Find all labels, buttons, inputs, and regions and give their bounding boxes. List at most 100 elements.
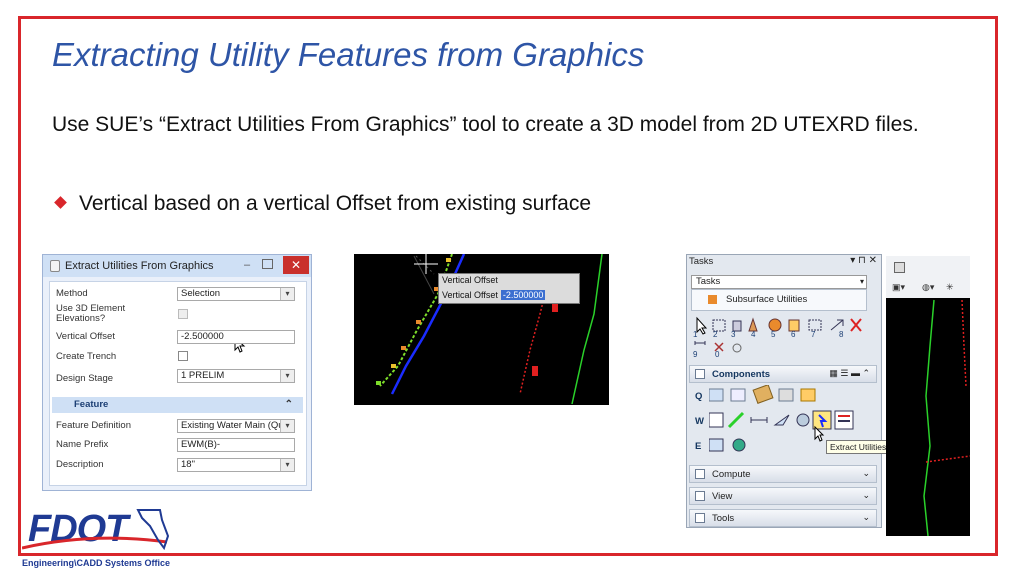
panel-row: Vertical Offset -2.500000 [442, 290, 546, 300]
create-trench-checkbox[interactable] [178, 351, 188, 361]
folder-tool-icon [800, 388, 816, 402]
feature-definition-value: Existing Water Main (Qualit [181, 420, 295, 431]
name-prefix-input[interactable]: EWM(B)- [177, 438, 295, 452]
toolbar-key-7: 7 [811, 330, 816, 339]
maximize-icon[interactable] [262, 259, 273, 269]
description-label: Description [56, 459, 104, 470]
compute-label: Compute [712, 469, 751, 480]
tasks-combo-value: Tasks [696, 276, 721, 287]
expand-icon [830, 319, 844, 331]
component-tool-icon [730, 388, 746, 402]
use-3d-elevations-label: Use 3D Element Elevations? [56, 303, 126, 324]
dialog-title: Extract Utilities From Graphics [65, 260, 214, 272]
toolbar-key-3: 3 [731, 330, 736, 339]
pipe-tool-icon [752, 385, 774, 404]
grid-line [413, 255, 435, 295]
bullet-item: Vertical based on a vertical Offset from… [52, 192, 591, 216]
chevron-up-icon: ⌃ [284, 399, 293, 410]
view-label: View [712, 491, 733, 502]
chevron-down-icon: ⌄ [862, 512, 870, 522]
tools-group-header[interactable]: Tools ⌄ [689, 509, 877, 527]
panel-label: Vertical Offset [442, 290, 498, 300]
compute-icon [695, 469, 705, 479]
select-arrow-icon [696, 316, 708, 335]
row-letter-q: Q [695, 391, 703, 402]
vertical-offset-input[interactable]: -2.500000 [177, 330, 295, 344]
dialog-body: Method Selection ▾ Use 3D Element Elevati… [49, 281, 307, 486]
use-3d-elevations-checkbox[interactable] [178, 309, 188, 319]
chevron-down-icon: ▾ [859, 277, 864, 286]
dialog-app-icon [50, 260, 60, 272]
close-button[interactable]: ✕ [283, 256, 309, 274]
panel-value-input[interactable]: -2.500000 [500, 290, 546, 300]
view-group-header[interactable]: View ⌄ [689, 487, 877, 505]
description-select[interactable]: 18" ▾ [177, 458, 295, 472]
tasks-window-controls[interactable]: ▾ ⊓ ✕ [850, 255, 877, 266]
toolbar-key-5: 5 [771, 330, 776, 339]
cad-viewport-strip[interactable]: ▣▾ ◍▾ ✳ [886, 256, 970, 536]
component-tool-icon [796, 413, 810, 427]
toolbar-key-9: 9 [693, 350, 698, 359]
feature-definition-select[interactable]: Existing Water Main (Qualit ▾ [177, 419, 295, 433]
toolbar-key-6: 6 [791, 330, 796, 339]
view-icon [695, 491, 705, 501]
extract-utilities-dialog: Extract Utilities From Graphics – ✕ Meth… [42, 254, 312, 491]
cad-viewport[interactable]: Vertical Offset Vertical Offset -2.500000 [354, 254, 609, 405]
utility-line-green [923, 299, 935, 536]
chevron-down-icon: ▾ [280, 370, 294, 382]
design-stage-select[interactable]: 1 PRELIM ▾ [177, 369, 295, 383]
bullet-text: Vertical based on a vertical Offset from… [79, 192, 592, 215]
component-row-q [709, 385, 816, 404]
tools-label: Tools [712, 513, 735, 524]
strip-drawing [923, 299, 970, 536]
design-stage-label: Design Stage [56, 373, 114, 384]
toolbar-key-2: 2 [713, 330, 718, 339]
vertical-offset-tooltip-panel: Vertical Offset Vertical Offset -2.500000 [438, 273, 580, 304]
panel-title: Vertical Offset [442, 275, 498, 285]
brush-tool-icon [727, 411, 745, 429]
tasks-panel: Tasks ▾ ⊓ ✕ Tasks ▾ Subsurface Utilities … [686, 254, 882, 528]
components-icon [695, 369, 705, 379]
component-tool-icon [750, 417, 768, 423]
compute-group-header[interactable]: Compute ⌄ [689, 465, 877, 483]
chevron-down-icon: ⌄ [862, 468, 870, 478]
feature-section-header[interactable]: Feature ⌃ [52, 397, 303, 413]
measure-icon [694, 341, 706, 345]
component-tool-icon [709, 412, 724, 428]
subsurface-label: Subsurface Utilities [726, 294, 808, 305]
subsurface-utilities-item[interactable]: Subsurface Utilities [691, 289, 867, 311]
create-trench-label: Create Trench [56, 351, 117, 362]
component-row-w [709, 410, 854, 430]
task-toolbar[interactable]: 1 2 3 4 5 6 7 8 9 0 [691, 315, 871, 359]
window-area-icon [808, 319, 822, 331]
component-tool-icon [778, 388, 794, 402]
design-stage-value: 1 PRELIM [181, 370, 225, 381]
view-toggle-icons[interactable]: ▦ ☰ ▬ ⌃ [829, 368, 870, 379]
fdot-logo: FDOT Engineering\CADD Systems Office [22, 500, 197, 570]
component-tool-icon [773, 414, 790, 426]
row-letter-e: E [695, 441, 702, 452]
minimize-icon[interactable]: – [244, 259, 250, 271]
diamond-bullet-icon [54, 196, 67, 210]
components-group-header[interactable]: Components ▦ ☰ ▬ ⌃ [689, 365, 877, 383]
vertical-offset-label: Vertical Offset [56, 331, 115, 342]
chevron-down-icon: ⌄ [862, 490, 870, 500]
method-label: Method [56, 288, 88, 299]
office-subtitle: Engineering\CADD Systems Office [22, 558, 171, 568]
feature-definition-label: Feature Definition [56, 420, 131, 431]
red-node-marker [532, 366, 538, 376]
utility-line-red-dotted [925, 455, 970, 463]
dialog-titlebar: Extract Utilities From Graphics – ✕ [43, 255, 311, 277]
slide-title: Extracting Utility Features from Graphic… [52, 36, 645, 73]
slide-body-text: Use SUE’s “Extract Utilities From Graphi… [52, 113, 919, 136]
chevron-down-icon: ▾ [280, 420, 294, 432]
tasks-combo[interactable]: Tasks ▾ [691, 275, 867, 289]
component-tool-icon [709, 388, 724, 402]
component-tool-icon [709, 438, 724, 452]
tasks-header: Tasks [689, 256, 714, 267]
components-label: Components [712, 369, 771, 380]
chevron-down-icon: ▾ [280, 288, 294, 300]
method-select[interactable]: Selection ▾ [177, 287, 295, 301]
description-value: 18" [181, 459, 195, 470]
utility-line-red-dotted [961, 299, 967, 387]
